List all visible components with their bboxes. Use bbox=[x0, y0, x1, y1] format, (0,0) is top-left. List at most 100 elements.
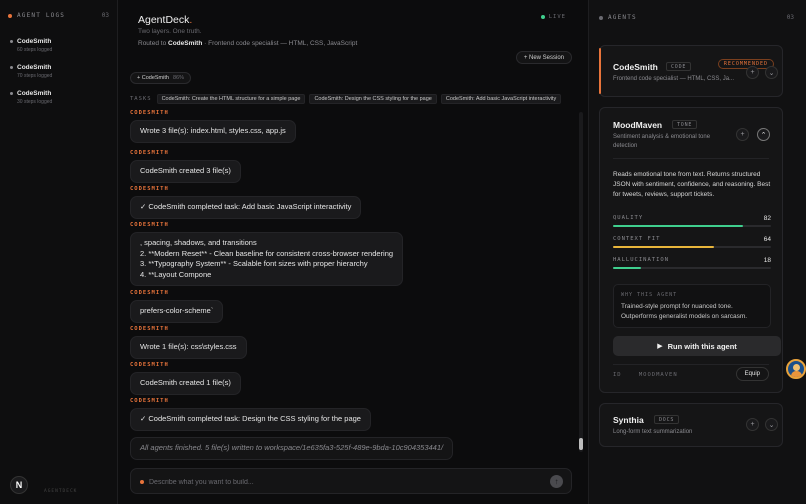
log-item-sub: 70 steps logged bbox=[17, 73, 53, 79]
agent-id-label: ID bbox=[613, 372, 622, 378]
message-line: 2. **Modern Reset** - Clean baseline for… bbox=[140, 248, 394, 258]
log-item-2[interactable]: CodeSmith 70 steps logged bbox=[10, 64, 52, 79]
agents-count: 03 bbox=[786, 14, 794, 21]
message-author: CODESMITH bbox=[130, 222, 169, 228]
message-line: 4. **Layout Compone bbox=[140, 269, 212, 279]
card-accent bbox=[599, 48, 601, 94]
log-item-sub: 60 steps logged bbox=[17, 47, 53, 53]
agent-logs-sidebar: AGENT LOGS 03 CodeSmith 60 steps logged … bbox=[0, 0, 118, 504]
prompt-input[interactable] bbox=[149, 475, 529, 489]
bullet-icon bbox=[10, 66, 13, 69]
metric-label: HALLUCINATION bbox=[613, 257, 670, 263]
agent-desc: Sentiment analysis & emotional tone dete… bbox=[613, 133, 710, 151]
task-pill[interactable]: CodeSmith: Create the HTML structure for… bbox=[156, 94, 306, 104]
agent-chip-label: + CodeSmith bbox=[137, 75, 169, 81]
add-icon[interactable]: + bbox=[746, 418, 759, 431]
agent-name: CodeSmith bbox=[613, 62, 658, 72]
chat-message: CODESMITH ✓ CodeSmith completed task: Ad… bbox=[130, 186, 362, 219]
why-this-agent-box: WHY THIS AGENT Trained-style prompt for … bbox=[613, 284, 771, 328]
message-line: Wrote 1 file(s): css\styles.css bbox=[140, 342, 237, 351]
metric-bar bbox=[613, 246, 771, 248]
why-title: WHY THIS AGENT bbox=[621, 292, 678, 298]
metric-fill bbox=[613, 267, 642, 269]
main-area: AgentDeck. Two layers. One truth. Routed… bbox=[118, 0, 588, 504]
agent-desc-line: Sentiment analysis & emotional tone bbox=[613, 134, 711, 140]
agent-card-moodmaven[interactable]: MoodMaven TONE Sentiment analysis & emot… bbox=[599, 107, 783, 393]
new-session-button[interactable]: + New Session bbox=[515, 51, 572, 64]
log-item-name: CodeSmith bbox=[17, 90, 52, 97]
message-author: CODESMITH bbox=[130, 326, 169, 332]
chevron-down-icon[interactable]: ⌄ bbox=[765, 418, 778, 431]
message-author: CODESMITH bbox=[130, 398, 169, 404]
metric-bar bbox=[613, 267, 771, 269]
run-label: Run with this agent bbox=[667, 341, 737, 351]
chat-message: CODESMITH , spacing, shadows, and transi… bbox=[130, 222, 404, 286]
chevron-down-icon[interactable]: ⌄ bbox=[765, 66, 778, 79]
message-bubble: CodeSmith created 1 file(s) bbox=[130, 372, 241, 395]
agent-card-synthia[interactable]: Synthia DOCS Long-form text summarizatio… bbox=[599, 403, 783, 447]
bullet-icon bbox=[10, 40, 13, 43]
chat-message: CODESMITH CodeSmith created 3 file(s) bbox=[130, 150, 241, 183]
user-avatar[interactable] bbox=[786, 359, 806, 379]
message-line: Wrote 3 file(s): index.html, styles.css,… bbox=[140, 126, 286, 135]
add-icon[interactable]: + bbox=[736, 128, 749, 141]
agent-id-value: MOODMAVEN bbox=[638, 372, 678, 378]
message-line: CodeSmith created 3 file(s) bbox=[140, 166, 231, 175]
chat-message: CODESMITH prefers-color-scheme` bbox=[130, 290, 224, 323]
page-title: AgentDeck. bbox=[138, 14, 192, 26]
agent-long-desc: Reads emotional tone from text. Returns … bbox=[613, 171, 771, 198]
agent-chip[interactable]: + CodeSmith 86% bbox=[130, 72, 191, 84]
avatar-body bbox=[791, 371, 802, 377]
routed-prefix: Routed to bbox=[138, 40, 167, 47]
live-dot-icon bbox=[540, 15, 545, 19]
tagline: Two layers. One truth. bbox=[138, 28, 202, 35]
log-item-sub: 30 steps logged bbox=[17, 99, 53, 105]
message-author: CODESMITH bbox=[130, 362, 169, 368]
agent-desc: Frontend code specialist — HTML, CSS, Ja… bbox=[613, 76, 735, 82]
log-item-1[interactable]: CodeSmith 60 steps logged bbox=[10, 38, 52, 53]
routed-info: Routed to CodeSmith · Frontend code spec… bbox=[138, 40, 357, 47]
live-label: LIVE bbox=[548, 14, 566, 20]
task-pill[interactable]: CodeSmith: Design the CSS styling for th… bbox=[309, 94, 437, 104]
message-line: , spacing, shadows, and transitions bbox=[140, 238, 257, 247]
log-item-3[interactable]: CodeSmith 30 steps logged bbox=[10, 90, 52, 105]
metric-context-fit: CONTEXT FIT 64 bbox=[613, 236, 771, 248]
agent-id: ID MOODMAVEN bbox=[613, 372, 678, 378]
agents-header: AGENTS 03 bbox=[599, 14, 794, 21]
message-line: ✓ CodeSmith completed task: Design the C… bbox=[140, 414, 361, 423]
message-bubble: Wrote 1 file(s): css\styles.css bbox=[130, 336, 247, 359]
metric-label: CONTEXT FIT bbox=[613, 236, 661, 242]
agent-desc-line: detection bbox=[613, 143, 638, 149]
log-item-name: CodeSmith bbox=[17, 38, 52, 45]
agent-tag: CODE bbox=[666, 62, 692, 71]
agent-name: MoodMaven bbox=[613, 120, 663, 130]
title-text: AgentDeck bbox=[138, 14, 190, 26]
metric-fill bbox=[613, 246, 715, 248]
chat-scrollbar-thumb[interactable] bbox=[579, 438, 583, 450]
card-divider bbox=[613, 158, 769, 159]
message-bubble: ✓ CodeSmith completed task: Design the C… bbox=[130, 408, 371, 431]
metric-quality: QUALITY 82 bbox=[613, 215, 771, 227]
metric-hallucination: HALLUCINATION 18 bbox=[613, 257, 771, 269]
equip-button[interactable]: Equip bbox=[735, 367, 769, 381]
message-bubble: ✓ CodeSmith completed task: Add basic Ja… bbox=[130, 196, 362, 219]
message-author: CODESMITH bbox=[130, 186, 169, 192]
bullet-icon bbox=[10, 92, 13, 95]
send-button[interactable]: ↑ bbox=[550, 475, 563, 488]
agent-card-codesmith[interactable]: CodeSmith CODE RECOMMENDED Frontend code… bbox=[599, 45, 783, 97]
agent-logs-count: 03 bbox=[101, 12, 109, 19]
agents-panel: AGENTS 03 CodeSmith CODE RECOMMENDED Fro… bbox=[588, 0, 806, 504]
title-dot: . bbox=[189, 14, 193, 26]
chevron-up-icon[interactable]: ⌃ bbox=[757, 128, 770, 141]
task-pill[interactable]: CodeSmith: Add basic JavaScript interact… bbox=[440, 94, 562, 104]
play-icon: ▶ bbox=[657, 343, 663, 350]
app-logo[interactable]: N bbox=[10, 476, 28, 494]
metric-value: 18 bbox=[763, 257, 771, 264]
run-with-agent-button[interactable]: ▶ Run with this agent bbox=[613, 336, 781, 356]
message-bubble: All agents finished. 5 file(s) written t… bbox=[130, 437, 454, 460]
agent-desc: Long-form text summarization bbox=[613, 429, 693, 435]
add-icon[interactable]: + bbox=[746, 66, 759, 79]
routed-agent: CodeSmith bbox=[168, 40, 203, 47]
chat-scrollbar[interactable] bbox=[579, 112, 583, 452]
metric-label: QUALITY bbox=[613, 215, 644, 221]
